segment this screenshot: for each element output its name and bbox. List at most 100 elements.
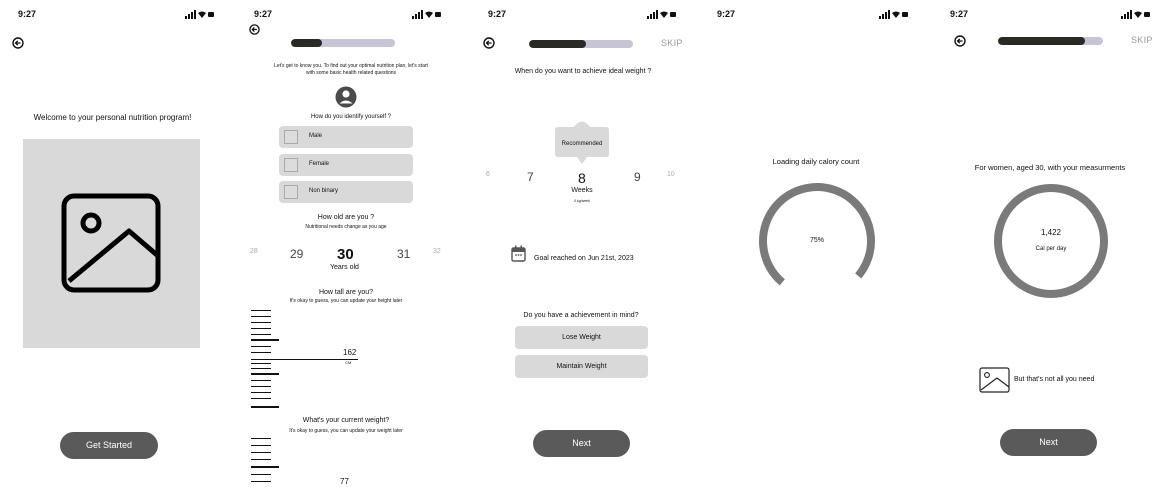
skip-button[interactable]: SKIP bbox=[661, 38, 683, 48]
back-arrow-icon[interactable] bbox=[954, 35, 966, 47]
option-label: Female bbox=[309, 161, 330, 167]
recommended-label: Recommended bbox=[561, 141, 603, 147]
get-started-button[interactable]: Get Started bbox=[60, 432, 158, 459]
status-icons bbox=[1121, 10, 1150, 19]
ruler-tick bbox=[251, 322, 271, 323]
option-female[interactable]: Female bbox=[279, 154, 413, 176]
next-button[interactable]: Next bbox=[1000, 429, 1097, 456]
option-male[interactable]: Male bbox=[279, 126, 413, 148]
status-icons bbox=[879, 10, 908, 19]
result-summary: For women, aged 30, with your measurment… bbox=[974, 163, 1126, 172]
age-unit: Years old bbox=[330, 264, 359, 271]
lose-weight-button[interactable]: Lose Weight bbox=[515, 326, 648, 349]
ruler-tick bbox=[251, 392, 271, 393]
back-arrow-icon[interactable] bbox=[12, 37, 24, 49]
ruler-tick bbox=[251, 373, 279, 375]
week-option[interactable]: 9 bbox=[634, 170, 641, 184]
ruler-tick bbox=[251, 380, 271, 381]
back-arrow-icon[interactable] bbox=[483, 37, 495, 49]
weeks-unit: Weeks bbox=[571, 187, 593, 194]
ruler-tick bbox=[251, 386, 271, 387]
progress-bar bbox=[529, 40, 633, 48]
weight-value: 77 bbox=[340, 477, 349, 486]
ruler-tick bbox=[251, 438, 271, 439]
weight-subtitle: It's okay to guess, you can update your … bbox=[289, 428, 403, 434]
ruler-tick bbox=[251, 310, 271, 311]
week-option[interactable]: 10 bbox=[667, 171, 675, 178]
status-time: 9:27 bbox=[488, 9, 507, 19]
status-icons bbox=[185, 10, 214, 19]
status-icons bbox=[647, 10, 676, 19]
age-selected[interactable]: 30 bbox=[337, 246, 354, 263]
progress-bar bbox=[291, 39, 395, 47]
intro-text: Let's get to know you. To find out your … bbox=[274, 63, 428, 69]
back-arrow-icon[interactable] bbox=[249, 24, 260, 35]
age-option[interactable]: 28 bbox=[250, 248, 258, 255]
checkbox[interactable] bbox=[284, 130, 298, 144]
identify-question: How do you identify yourself ? bbox=[310, 114, 392, 120]
screen-loading: 9:27 Loading daily calory count 75% bbox=[706, 0, 928, 487]
loading-percent: 75% bbox=[809, 237, 824, 244]
weight-question: What's your current weight? bbox=[302, 417, 390, 424]
option-label: Non binary bbox=[309, 188, 339, 194]
status-time: 9:27 bbox=[254, 9, 273, 19]
next-button[interactable]: Next bbox=[533, 430, 630, 457]
age-option[interactable]: 32 bbox=[433, 248, 441, 255]
height-indicator-line bbox=[251, 359, 358, 360]
weeks-rate: 0 kg/week bbox=[574, 199, 590, 203]
calorie-value: 1,422 bbox=[1040, 228, 1062, 237]
progress-bar bbox=[998, 37, 1103, 45]
ruler-tick bbox=[251, 445, 271, 446]
ruler-tick bbox=[251, 452, 271, 453]
goal-question: When do you want to achieve ideal weight… bbox=[514, 68, 652, 75]
status-time: 9:27 bbox=[18, 9, 37, 19]
welcome-title: Welcome to your personal nutrition progr… bbox=[33, 113, 192, 122]
skip-button[interactable]: SKIP bbox=[1131, 35, 1153, 45]
image-icon bbox=[979, 367, 1010, 393]
user-avatar-icon bbox=[335, 86, 357, 108]
option-label: Male bbox=[309, 133, 323, 139]
progress-fill bbox=[529, 40, 587, 48]
progress-fill bbox=[998, 37, 1086, 45]
ruler-tick bbox=[251, 466, 279, 468]
achievement-question: Do you have a achievement in mind? bbox=[523, 312, 639, 319]
screen-goal: 9:27 SKIP When do you want to achieve id… bbox=[472, 0, 694, 487]
week-option[interactable]: 6 bbox=[486, 171, 490, 178]
height-question: How tall are you? bbox=[318, 289, 374, 296]
ruler-tick bbox=[251, 352, 271, 353]
ruler-tick bbox=[251, 406, 279, 408]
screen-about-you: 9:27 Let's get to know you. To find out … bbox=[240, 0, 462, 487]
calorie-ring bbox=[994, 184, 1108, 298]
checkbox[interactable] bbox=[284, 185, 298, 199]
height-value: 162 bbox=[343, 348, 357, 357]
illustration-placeholder bbox=[23, 139, 200, 348]
option-non-binary[interactable]: Non binary bbox=[279, 181, 413, 203]
intro-text-2: with some basic health related questions bbox=[305, 70, 397, 76]
status-time: 9:27 bbox=[717, 9, 736, 19]
week-selected[interactable]: 8 bbox=[578, 170, 586, 186]
note-text: But that's not all you need bbox=[1014, 376, 1095, 383]
status-time: 9:27 bbox=[950, 9, 969, 19]
maintain-weight-button[interactable]: Maintain Weight bbox=[515, 355, 648, 378]
age-option[interactable]: 31 bbox=[397, 247, 410, 261]
weight-ruler[interactable] bbox=[251, 438, 279, 483]
calorie-unit: Cal per day bbox=[1035, 246, 1067, 252]
ruler-tick bbox=[251, 368, 271, 369]
checkbox[interactable] bbox=[284, 158, 298, 172]
ruler-tick bbox=[251, 316, 271, 317]
ruler-tick bbox=[251, 339, 279, 341]
ruler-tick bbox=[251, 474, 271, 475]
age-subtitle: Nutritional needs change as you age bbox=[305, 224, 387, 230]
week-option[interactable]: 7 bbox=[527, 170, 534, 184]
height-subtitle: It's okay to guess, you can update your … bbox=[289, 298, 403, 304]
ruler-tick bbox=[251, 481, 271, 482]
ruler-tick bbox=[251, 459, 271, 460]
ruler-tick bbox=[251, 334, 271, 335]
height-unit: CM bbox=[345, 360, 352, 365]
ruler-tick bbox=[251, 328, 271, 329]
screen-result: 9:27 SKIP For women, aged 30, with your … bbox=[940, 0, 1163, 487]
height-ruler[interactable] bbox=[251, 310, 279, 410]
age-option[interactable]: 29 bbox=[290, 247, 303, 261]
ruler-tick bbox=[251, 398, 271, 399]
image-icon bbox=[61, 193, 161, 293]
